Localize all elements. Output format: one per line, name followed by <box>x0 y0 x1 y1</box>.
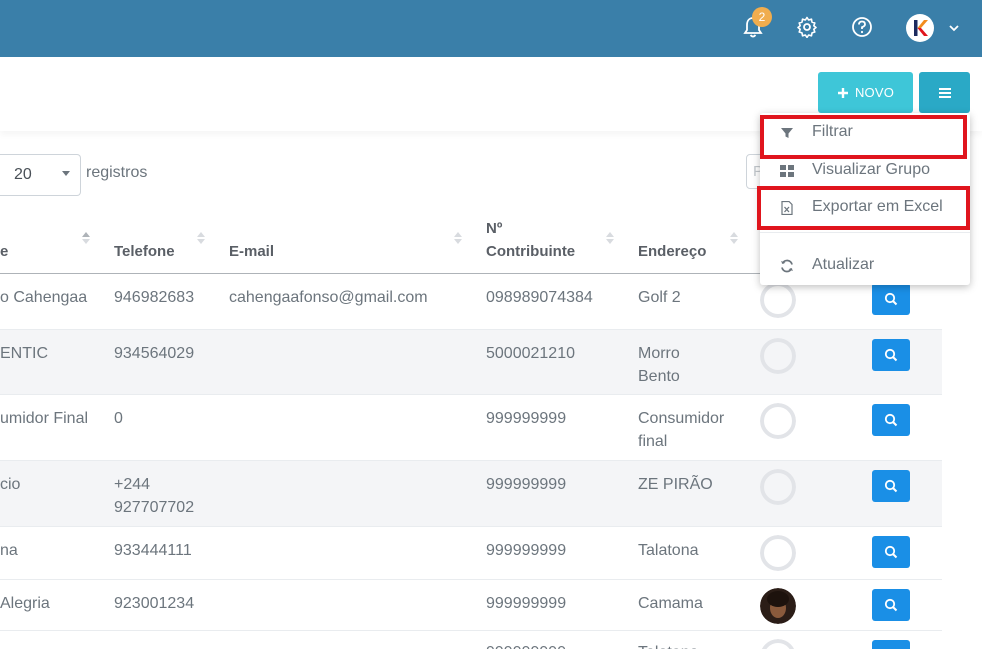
menu-toggle-button[interactable] <box>919 72 970 113</box>
search-icon <box>884 292 898 306</box>
cell-nome: umidor Final <box>0 410 89 427</box>
cell-nome: na <box>0 542 18 559</box>
col-header-endereco[interactable]: Endereço <box>638 240 706 263</box>
grid-icon <box>780 165 794 177</box>
menu-item-atualizar[interactable]: Atualizar <box>760 248 970 284</box>
cell-endereco-line2: final <box>638 433 668 450</box>
table-row: cio +244 927707702 999999999 ZE PIRÃO <box>0 461 942 527</box>
cell-contribuinte: 999999999 <box>486 542 567 559</box>
cell-email: cahengaafonso@gmail.com <box>229 289 428 306</box>
cell-endereco-line2: Bento <box>638 368 680 385</box>
table-row: Alegria 923001234 999999999 Camama <box>0 580 942 631</box>
sort-icon[interactable] <box>454 232 462 244</box>
view-button[interactable] <box>872 536 910 568</box>
cell-endereco: Talatona <box>638 542 699 559</box>
cell-endereco: ZE PIRÃO <box>638 476 713 493</box>
cell-telefone: 934564029 <box>114 345 195 362</box>
col-header-email[interactable]: E-mail <box>229 240 274 263</box>
sort-icon[interactable] <box>730 232 738 244</box>
cell-contribuinte: 999999999 <box>486 476 567 493</box>
col-header-contribuinte-line1[interactable]: Nº <box>486 217 502 240</box>
user-avatar[interactable] <box>906 14 934 42</box>
avatar <box>760 639 796 649</box>
col-header-nome[interactable]: e <box>0 240 8 263</box>
cell-contribuinte: 5000021210 <box>486 345 575 362</box>
cell-endereco: Camama <box>638 595 703 612</box>
menu-item-label: Visualizar Grupo <box>812 161 930 178</box>
view-button[interactable] <box>872 339 910 371</box>
table-row: 999999999 Talatona <box>0 631 942 649</box>
cell-endereco: Consumidor <box>638 410 725 427</box>
page-length-select[interactable]: 20 <box>0 154 81 196</box>
plus-icon <box>837 87 848 98</box>
cell-telefone: 933444111 <box>114 542 192 559</box>
sort-icon[interactable] <box>82 232 90 244</box>
novo-button[interactable]: NOVO <box>818 72 913 113</box>
table-row: ENTIC 934564029 5000021210 Morro Bento <box>0 330 942 395</box>
page-length-value: 20 <box>14 166 32 183</box>
bars-icon <box>938 87 951 98</box>
refresh-icon <box>781 259 793 273</box>
col-header-contribuinte-line2[interactable]: Contribuinte <box>486 240 575 263</box>
cell-contribuinte: 098989074384 <box>486 289 593 306</box>
view-button[interactable] <box>872 470 910 502</box>
cell-endereco: Talatona <box>638 641 699 649</box>
cell-telefone: 0 <box>114 410 123 427</box>
menu-item-label: Atualizar <box>812 256 875 273</box>
cell-endereco: Morro <box>638 345 680 362</box>
avatar-photo <box>760 588 796 624</box>
cell-endereco: Golf 2 <box>638 289 681 306</box>
sort-icon[interactable] <box>197 232 205 244</box>
view-button[interactable] <box>872 640 910 649</box>
table-row: na 933444111 999999999 Talatona <box>0 527 942 580</box>
top-navbar <box>0 0 982 57</box>
avatar <box>760 403 796 439</box>
avatar <box>760 535 796 571</box>
cell-nome: o Cahengaa <box>0 289 88 306</box>
search-icon <box>884 598 898 612</box>
cell-nome: cio <box>0 476 21 493</box>
table-row: umidor Final 0 999999999 Consumidor fina… <box>0 395 942 461</box>
search-icon <box>884 545 898 559</box>
cell-telefone: +244 <box>114 476 151 493</box>
chevron-down-icon[interactable] <box>946 20 962 36</box>
avatar <box>760 469 796 505</box>
cell-telefone: 946982683 <box>114 289 195 306</box>
cell-nome: Alegria <box>0 595 50 612</box>
view-button[interactable] <box>872 589 910 621</box>
search-icon <box>884 348 898 362</box>
notification-badge: 2 <box>752 7 772 27</box>
view-button[interactable] <box>872 404 910 436</box>
search-icon <box>884 479 898 493</box>
page-length-label: registros <box>86 164 148 181</box>
cell-telefone: 923001234 <box>114 595 195 612</box>
avatar <box>760 338 796 374</box>
search-icon <box>884 413 898 427</box>
cell-nome: ENTIC <box>0 345 48 362</box>
cell-telefone-line2: 927707702 <box>114 499 195 516</box>
cell-contribuinte: 999999999 <box>486 595 567 612</box>
menu-divider <box>760 232 970 233</box>
cell-contribuinte: 999999999 <box>486 410 567 427</box>
highlight-box-exportar <box>757 186 970 230</box>
highlight-box-filtrar <box>760 115 967 159</box>
help-icon[interactable] <box>849 14 875 40</box>
cell-contribuinte: 999999999 <box>486 641 566 649</box>
view-button[interactable] <box>872 283 910 315</box>
sort-icon[interactable] <box>606 232 614 244</box>
caret-down-icon <box>62 171 70 176</box>
col-header-telefone[interactable]: Telefone <box>114 240 175 263</box>
novo-button-label: NOVO <box>854 85 895 100</box>
avatar <box>760 282 796 318</box>
gear-icon[interactable] <box>794 14 820 40</box>
